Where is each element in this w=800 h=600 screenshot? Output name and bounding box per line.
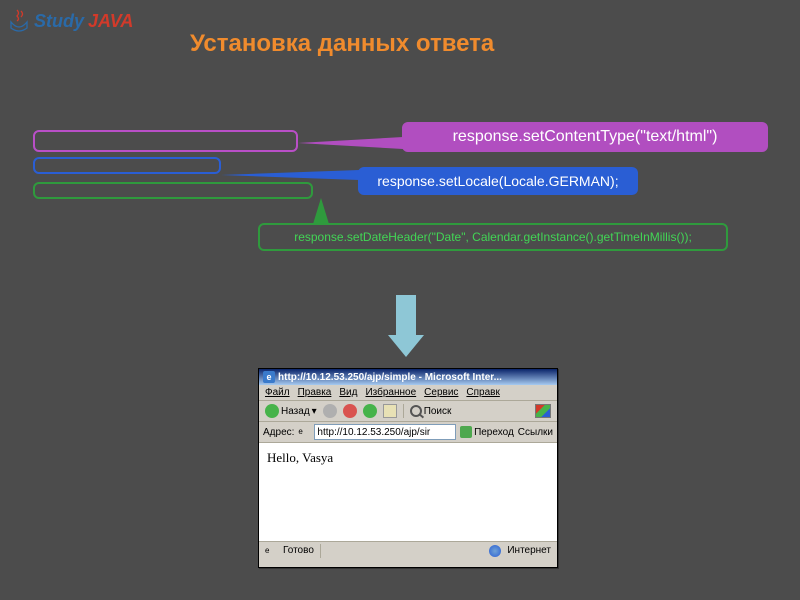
browser-content: Hello, Vasya (259, 443, 557, 541)
back-label: Назад (281, 406, 310, 417)
browser-title-text: http://10.12.53.250/ajp/simple - Microso… (278, 372, 502, 383)
refresh-button[interactable] (363, 404, 377, 418)
browser-titlebar: e http://10.12.53.250/ajp/simple - Micro… (259, 369, 557, 385)
go-icon (460, 426, 472, 438)
links-label[interactable]: Ссылки (518, 427, 553, 438)
status-divider (320, 544, 321, 558)
callout-tail-green (313, 198, 329, 224)
menu-help[interactable]: Справк (466, 387, 499, 398)
logo-text-study: Study (34, 11, 84, 32)
go-label: Переход (474, 427, 514, 438)
browser-toolbar: Назад ▾ Поиск (259, 401, 557, 422)
menu-file[interactable]: Файл (265, 387, 290, 398)
page-icon: e (298, 426, 310, 438)
callout-tail-purple (298, 137, 403, 149)
menu-edit[interactable]: Правка (298, 387, 332, 398)
browser-statusbar: e Готово Интернет (259, 541, 557, 559)
page-body-text: Hello, Vasya (267, 450, 333, 465)
status-page-icon: e (265, 545, 277, 557)
back-arrow-icon (265, 404, 279, 418)
browser-menu[interactable]: Файл Правка Вид Избранное Сервис Справк (259, 385, 557, 401)
menu-tools[interactable]: Сервис (424, 387, 458, 398)
home-button[interactable] (383, 404, 397, 418)
callout-date-header: response.setDateHeader("Date", Calendar.… (258, 223, 728, 251)
status-net: Интернет (507, 545, 551, 556)
logo-text-java: JAVA (88, 11, 133, 32)
search-label: Поиск (424, 406, 452, 417)
callout-locale: response.setLocale(Locale.GERMAN); (358, 167, 638, 195)
globe-icon (489, 545, 501, 557)
browser-address-bar: Адрес: e Переход Ссылки (259, 422, 557, 443)
address-input[interactable] (314, 424, 456, 440)
logo: Study JAVA (8, 8, 133, 34)
toolbar-divider (403, 404, 404, 418)
forward-button[interactable] (323, 404, 337, 418)
browser-window: e http://10.12.53.250/ajp/simple - Micro… (258, 368, 558, 568)
search-button[interactable]: Поиск (410, 405, 452, 417)
callout-tail-blue (221, 170, 359, 180)
menu-view[interactable]: Вид (339, 387, 357, 398)
java-cup-icon (8, 8, 30, 34)
stop-button[interactable] (343, 404, 357, 418)
page-title: Установка данных ответа (190, 30, 494, 58)
down-arrow-icon (388, 295, 424, 357)
ie-logo-icon (535, 404, 551, 418)
ie-icon: e (263, 371, 275, 383)
back-button[interactable]: Назад ▾ (265, 404, 317, 418)
callout-content-type: response.setContentType("text/html") (402, 122, 768, 152)
code-placeholder-purple (33, 130, 298, 152)
code-placeholder-blue (33, 157, 221, 174)
status-ready: Готово (283, 545, 314, 556)
address-label: Адрес: (263, 427, 294, 438)
code-placeholder-green (33, 182, 313, 199)
go-button[interactable]: Переход (460, 426, 514, 438)
search-icon (410, 405, 422, 417)
menu-favorites[interactable]: Избранное (365, 387, 416, 398)
